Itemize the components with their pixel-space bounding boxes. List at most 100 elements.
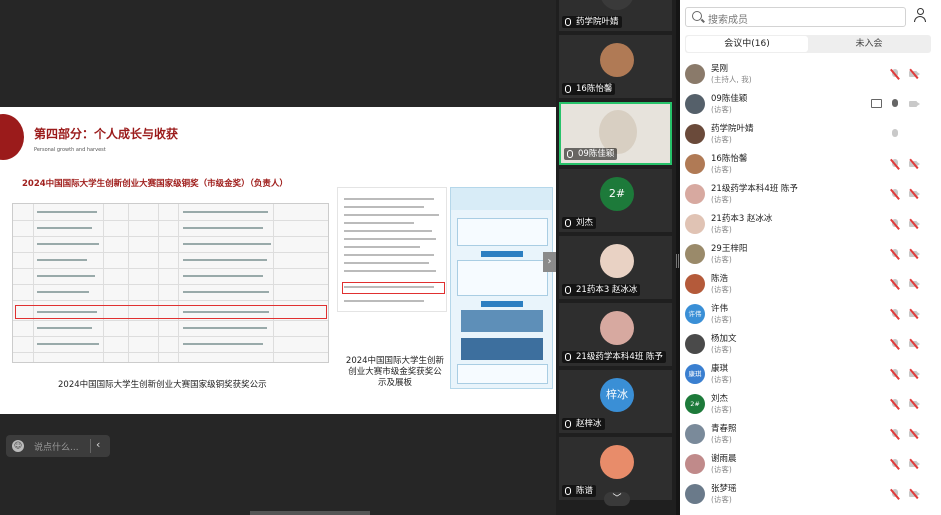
microphone-icon: [565, 420, 571, 428]
member-name: 29王梓阳: [711, 244, 748, 254]
video-tile[interactable]: 16陈怡馨: [559, 35, 672, 98]
microphone-muted-icon[interactable]: [891, 189, 899, 200]
chevron-right-icon[interactable]: ›: [543, 252, 556, 272]
member-row[interactable]: 21级药学本科4班 陈予 (访客): [685, 181, 931, 209]
highlight-box: [342, 282, 445, 294]
chevron-down-icon[interactable]: ﹀: [604, 492, 630, 506]
tab-not-joined[interactable]: 未入会: [808, 36, 930, 52]
member-name: 21级药学本科4班 陈予: [711, 184, 798, 194]
microphone-muted-icon[interactable]: [891, 429, 899, 440]
member-row[interactable]: 药学院叶婧 (访客): [685, 121, 931, 149]
member-row[interactable]: 29王梓阳 (访客): [685, 241, 931, 269]
member-name: 吴刚: [711, 64, 729, 74]
microphone-muted-icon[interactable]: [891, 339, 899, 350]
member-row[interactable]: 2# 303 刘杰(访客): [685, 391, 931, 419]
avatar: 2# 303: [685, 394, 705, 414]
participant-name: 刘杰: [576, 218, 594, 228]
award-table-image: [12, 203, 329, 363]
video-tile[interactable]: 09陈佳颖: [559, 102, 672, 165]
member-search-input[interactable]: 搜索成员: [685, 7, 906, 27]
camera-off-icon[interactable]: [909, 460, 920, 468]
member-name: 09陈佳颖: [711, 94, 748, 104]
participant-name-tag: 09陈佳颖: [564, 148, 618, 160]
chat-placeholder[interactable]: 说点什么...: [34, 440, 79, 453]
bottom-scrollbar[interactable]: [250, 511, 370, 515]
microphone-muted-icon[interactable]: [891, 489, 899, 500]
member-row[interactable]: 09陈佳颖 (访客): [685, 91, 931, 119]
video-tile[interactable]: 药学院叶婧: [559, 0, 672, 31]
member-row[interactable]: 陈浩 (访客): [685, 271, 931, 299]
participant-name-tag: 药学院叶婧: [562, 16, 622, 28]
member-row[interactable]: 16陈怡馨 (访客): [685, 151, 931, 179]
member-row[interactable]: 杨加文 (访客): [685, 331, 931, 359]
screen-share-icon: [871, 99, 882, 108]
microphone-icon: [565, 487, 571, 495]
camera-off-icon[interactable]: [909, 70, 920, 78]
search-placeholder: 搜索成员: [708, 15, 748, 26]
member-name: 16陈怡馨: [711, 154, 748, 164]
collapse-icon[interactable]: ‹: [96, 438, 100, 451]
camera-off-icon[interactable]: [909, 340, 920, 348]
member-role: (访客): [711, 315, 732, 324]
chat-input-bar[interactable]: ☺ 说点什么... ‹: [6, 435, 110, 457]
avatar: [600, 244, 634, 278]
microphone-muted-icon[interactable]: [891, 69, 899, 80]
member-name: 谢雨晨: [711, 454, 737, 464]
microphone-muted-icon[interactable]: [891, 219, 899, 230]
camera-off-icon[interactable]: [909, 310, 920, 318]
video-tile[interactable]: 21药本3 赵冰冰: [559, 236, 672, 299]
video-tile[interactable]: 陈谱: [559, 437, 672, 500]
video-tile[interactable]: 梓冰 赵梓冰: [559, 370, 672, 433]
member-row[interactable]: 21药本3 赵冰冰 (访客): [685, 211, 931, 239]
member-role: (访客): [711, 345, 732, 354]
member-row[interactable]: 许伟 许伟 (访客): [685, 301, 931, 329]
member-name: 许伟: [711, 304, 729, 314]
microphone-muted-icon[interactable]: [891, 459, 899, 470]
caption-city-gold: 2024中国国际大学生创新创业大赛市级金奖获奖公示及展板: [345, 356, 445, 388]
participant-name: 16陈怡馨: [576, 84, 613, 94]
camera-off-icon[interactable]: [909, 370, 920, 378]
camera-off-icon[interactable]: [909, 160, 920, 168]
avatar: [685, 64, 705, 84]
camera-off-icon[interactable]: [909, 400, 920, 408]
participant-name: 09陈佳颖: [578, 149, 615, 159]
camera-off-icon[interactable]: [909, 280, 920, 288]
camera-off-icon[interactable]: [909, 490, 920, 498]
camera-off-icon[interactable]: [909, 220, 920, 228]
video-tile[interactable]: 2# 303 刘杰: [559, 169, 672, 232]
camera-off-icon[interactable]: [909, 430, 920, 438]
microphone-muted-icon[interactable]: [891, 249, 899, 260]
camera-off-icon[interactable]: [909, 190, 920, 198]
avatar: [600, 0, 634, 10]
microphone-muted-icon[interactable]: [891, 399, 899, 410]
microphone-muted-icon[interactable]: [891, 159, 899, 170]
chat-divider: [90, 439, 91, 453]
camera-off-icon[interactable]: [909, 250, 920, 258]
member-row[interactable]: 张梦瑶 (访客): [685, 481, 931, 509]
camera-icon[interactable]: [909, 100, 920, 108]
member-row[interactable]: 吴刚 (主持人, 我): [685, 61, 931, 89]
invite-member-icon[interactable]: [914, 8, 928, 22]
microphone-icon[interactable]: [891, 129, 899, 140]
avatar: [685, 454, 705, 474]
microphone-muted-icon[interactable]: [891, 309, 899, 320]
microphone-muted-icon[interactable]: [891, 369, 899, 380]
avatar: [685, 154, 705, 174]
avatar: [685, 424, 705, 444]
emoji-icon[interactable]: ☺: [12, 440, 24, 452]
participant-name: 陈谱: [576, 486, 594, 496]
member-name: 杨加文: [711, 334, 737, 344]
avatar: [600, 43, 634, 77]
participant-name: 药学院叶婧: [576, 17, 619, 27]
member-role: (访客): [711, 495, 732, 504]
avatar: 康琪: [685, 364, 705, 384]
video-tile[interactable]: 21级药学本科4班 陈予: [559, 303, 672, 366]
member-row[interactable]: 康琪 康琪 (访客): [685, 361, 931, 389]
participant-name: 21级药学本科4班 陈予: [576, 352, 663, 362]
member-row[interactable]: 青春照 (访客): [685, 421, 931, 449]
tab-in-meeting[interactable]: 会议中(16): [686, 36, 808, 52]
microphone-icon[interactable]: [891, 99, 899, 110]
microphone-muted-icon[interactable]: [891, 279, 899, 290]
member-row[interactable]: 谢雨晨 (访客): [685, 451, 931, 479]
award-notice-image: [337, 187, 447, 312]
